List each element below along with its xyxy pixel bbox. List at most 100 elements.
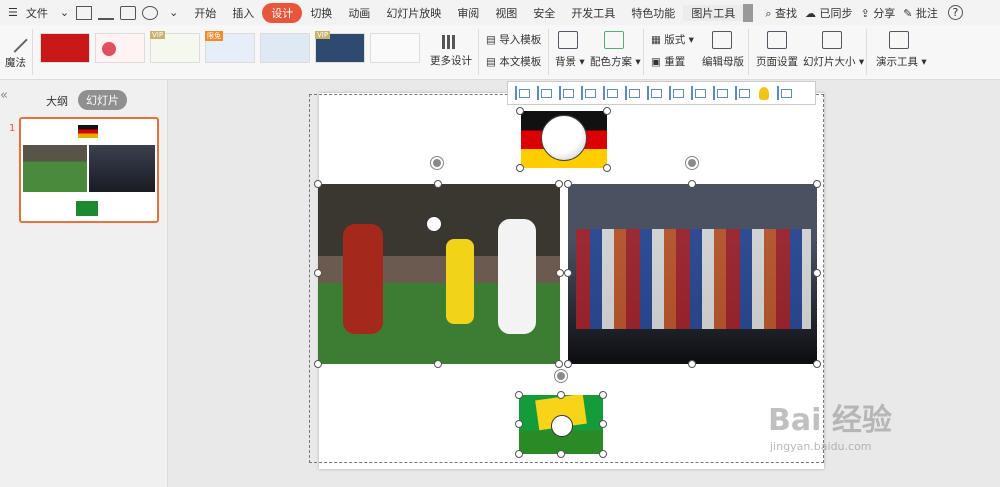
align-right-icon[interactable] [559,86,575,100]
search-button[interactable]: ⌕ 查找 [761,5,801,21]
rotate-handle[interactable] [555,370,567,382]
quick-access-chevron-icon[interactable]: ⌄ [161,6,186,19]
layout-button[interactable]: ▦ 版式 ▾ [651,32,694,47]
resize-handle[interactable] [688,360,696,368]
tab-slides[interactable]: 幻灯片 [78,90,127,110]
resize-handle[interactable] [603,164,611,172]
color-scheme-icon[interactable] [604,31,624,49]
tab-review[interactable]: 审阅 [449,5,487,21]
brazil-ball-image[interactable] [519,395,603,454]
rotate-handle[interactable] [686,157,698,169]
magic-button[interactable]: 魔法 [5,55,26,70]
tab-developer[interactable]: 开发工具 [563,5,623,21]
this-template-button[interactable]: ▤ 本文模板 [486,54,541,69]
share-button[interactable]: ⇪ 分享 [856,5,899,21]
distribute-center-icon[interactable] [691,86,707,100]
align-center-icon[interactable] [537,86,553,100]
resize-handle[interactable] [564,360,572,368]
edit-master-icon[interactable] [712,31,732,49]
design-template-4[interactable]: 限免 [205,31,255,63]
crop-icon[interactable] [713,86,729,100]
rotate-handle[interactable] [431,157,443,169]
design-template-3[interactable]: VIP [150,31,200,63]
tab-features[interactable]: 特色功能 [623,5,683,21]
design-template-6[interactable]: VIP [315,31,365,63]
hamburger-icon[interactable]: ☰ [0,6,26,19]
resize-handle[interactable] [555,360,563,368]
save-icon[interactable] [76,5,93,20]
align-middle-icon[interactable] [603,86,619,100]
resize-handle[interactable] [688,180,696,188]
present-tools-button[interactable]: 演示工具 ▾ [876,54,927,69]
design-template-1[interactable] [40,33,90,63]
collapse-panel-button[interactable]: « [0,88,8,103]
print-icon[interactable] [120,5,137,20]
more-options-icon[interactable] [777,86,793,100]
magic-wand-icon[interactable] [2,27,28,53]
page-setup-button[interactable]: 页面设置 [756,54,798,69]
tab-slideshow[interactable]: 幻灯片放映 [378,5,449,21]
resize-handle[interactable] [813,360,821,368]
align-bottom-icon[interactable] [625,86,641,100]
resize-handle[interactable] [515,420,523,428]
file-menu-chevron-icon[interactable]: ⌄ [56,6,73,19]
tab-transition[interactable]: 切换 [302,5,340,21]
import-template-button[interactable]: ▤ 导入模板 [486,32,541,47]
tab-outline[interactable]: 大纲 [46,93,68,109]
resize-handle[interactable] [564,269,572,277]
resize-handle[interactable] [515,450,523,458]
tab-security[interactable]: 安全 [525,5,563,21]
slide-size-icon[interactable] [822,31,842,49]
format-painter-icon[interactable] [98,6,115,20]
design-template-2[interactable] [95,33,145,63]
resize-handle[interactable] [557,391,565,399]
resize-handle[interactable] [516,107,524,115]
tab-home[interactable]: 开始 [186,5,224,21]
reset-button[interactable]: ▣ 重置 [651,54,685,69]
resize-handle[interactable] [599,391,607,399]
soccer-ball-image[interactable] [521,111,607,168]
match-photo-image[interactable] [318,184,560,364]
page-setup-icon[interactable] [767,31,787,49]
resize-handle[interactable] [603,107,611,115]
background-icon[interactable] [558,31,578,49]
resize-handle[interactable] [314,269,322,277]
resize-handle[interactable] [314,360,322,368]
lightbulb-icon[interactable] [759,86,769,100]
slide-size-button[interactable]: 幻灯片大小 ▾ [803,54,864,69]
group-icon[interactable] [735,86,751,100]
resize-handle[interactable] [564,180,572,188]
present-tools-icon[interactable] [889,31,909,49]
edit-master-button[interactable]: 编辑母版 [702,54,744,69]
team-photo-image[interactable] [568,184,817,364]
resize-handle[interactable] [515,391,523,399]
resize-handle[interactable] [813,269,821,277]
resize-handle[interactable] [516,164,524,172]
resize-handle[interactable] [599,420,607,428]
sync-button[interactable]: ☁ 已同步 [801,5,857,21]
slide-thumbnail[interactable] [19,117,159,223]
help-icon[interactable]: ? [947,5,963,20]
resize-handle[interactable] [556,269,564,277]
tab-view[interactable]: 视图 [487,5,525,21]
distribute-vertical-icon[interactable] [669,86,685,100]
design-template-5[interactable] [260,33,310,63]
tab-picture-tools[interactable]: 图片工具 [683,4,744,21]
design-template-7[interactable] [370,33,420,63]
resize-handle[interactable] [434,360,442,368]
align-top-icon[interactable] [581,86,597,100]
more-designs-icon[interactable] [442,35,456,49]
tab-design[interactable]: 设计 [262,2,303,23]
file-menu[interactable]: 文件 [26,5,56,21]
more-designs-button[interactable]: 更多设计 [430,53,472,68]
resize-handle[interactable] [434,180,442,188]
distribute-horizontal-icon[interactable] [647,86,663,100]
align-left-icon[interactable] [515,86,531,100]
resize-handle[interactable] [599,450,607,458]
comment-button[interactable]: ✎ 批注 [899,5,942,21]
resize-handle[interactable] [555,180,563,188]
color-scheme-button[interactable]: 配色方案 ▾ [590,54,641,69]
tab-animation[interactable]: 动画 [340,5,378,21]
print-preview-icon[interactable] [142,5,159,20]
tab-insert[interactable]: 插入 [224,5,262,21]
